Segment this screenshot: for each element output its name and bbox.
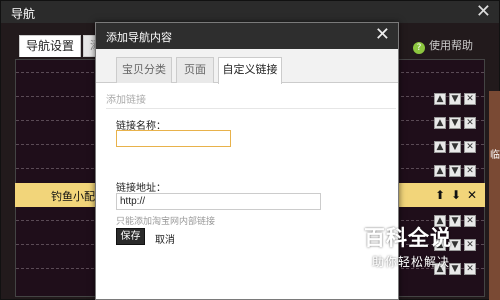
section-heading: 添加链接	[106, 91, 396, 109]
move-down-icon[interactable]: ▼	[449, 141, 461, 153]
url-hint: 只能添加淘宝网内部链接	[116, 217, 216, 227]
tab-page[interactable]: 页面	[176, 57, 214, 83]
row-actions: ▲ ▼ ✕	[434, 90, 482, 105]
move-down-icon[interactable]: ▼	[449, 93, 461, 105]
move-up-icon[interactable]: ▲	[434, 93, 446, 105]
link-url-input[interactable]	[116, 193, 321, 210]
link-name-input[interactable]	[116, 130, 231, 147]
link-url-label: 链接地址：	[116, 183, 166, 194]
dialog-title: 添加导航内容	[106, 31, 172, 44]
tab-custom-link[interactable]: 自定义链接	[218, 57, 282, 84]
row-actions: ▲ ▼ ✕	[434, 162, 482, 177]
save-button[interactable]: 保存	[116, 228, 145, 245]
background-strip	[489, 91, 500, 300]
move-down-icon[interactable]: ▼	[449, 165, 461, 177]
watermark-logo: 百科全说	[364, 226, 452, 250]
move-down-icon[interactable]: ⬇	[449, 188, 463, 202]
move-up-icon[interactable]: ▲	[434, 117, 446, 129]
outer-titlebar: 导航 ✕	[1, 1, 499, 23]
cancel-button[interactable]: 取消	[155, 231, 175, 246]
outer-close-icon[interactable]: ✕	[476, 2, 491, 22]
watermark: 百科全说 助你轻松解决	[364, 222, 484, 274]
row-actions: ⬆ ⬇ ✕	[433, 188, 481, 202]
tab-item-category[interactable]: 宝贝分类	[116, 57, 172, 83]
help-icon: ?	[413, 42, 425, 54]
move-up-icon[interactable]: ▲	[434, 141, 446, 153]
background-text: 临	[490, 150, 500, 161]
row-actions: ▲ ▼ ✕	[434, 138, 482, 153]
dialog-tabbar: 宝贝分类 页面 自定义链接	[96, 49, 398, 84]
help-label: 使用帮助	[429, 39, 473, 52]
delete-icon[interactable]: ✕	[464, 141, 476, 153]
delete-icon[interactable]: ✕	[464, 117, 476, 129]
watermark-tagline: 助你轻松解决	[372, 255, 451, 269]
move-down-icon[interactable]: ▼	[449, 117, 461, 129]
row-actions: ▲ ▼ ✕	[434, 114, 482, 129]
delete-icon[interactable]: ✕	[464, 165, 476, 177]
delete-icon[interactable]: ✕	[465, 188, 479, 202]
move-up-icon[interactable]: ▲	[434, 165, 446, 177]
dialog-close-icon[interactable]: ✕	[375, 25, 390, 45]
dialog-body: 添加链接 链接名称： 链接地址： 只能添加淘宝网内部链接 保存 取消	[96, 83, 398, 300]
outer-title: 导航	[11, 7, 36, 21]
help-link[interactable]: ? 使用帮助	[413, 37, 473, 54]
dialog-titlebar: 添加导航内容 ✕	[96, 23, 398, 49]
delete-icon[interactable]: ✕	[464, 93, 476, 105]
add-navigation-dialog: 添加导航内容 ✕ 宝贝分类 页面 自定义链接 添加链接 链接名称： 链接地址： …	[95, 22, 399, 300]
move-up-icon[interactable]: ⬆	[433, 188, 447, 202]
tab-navigation-settings[interactable]: 导航设置	[19, 35, 81, 57]
